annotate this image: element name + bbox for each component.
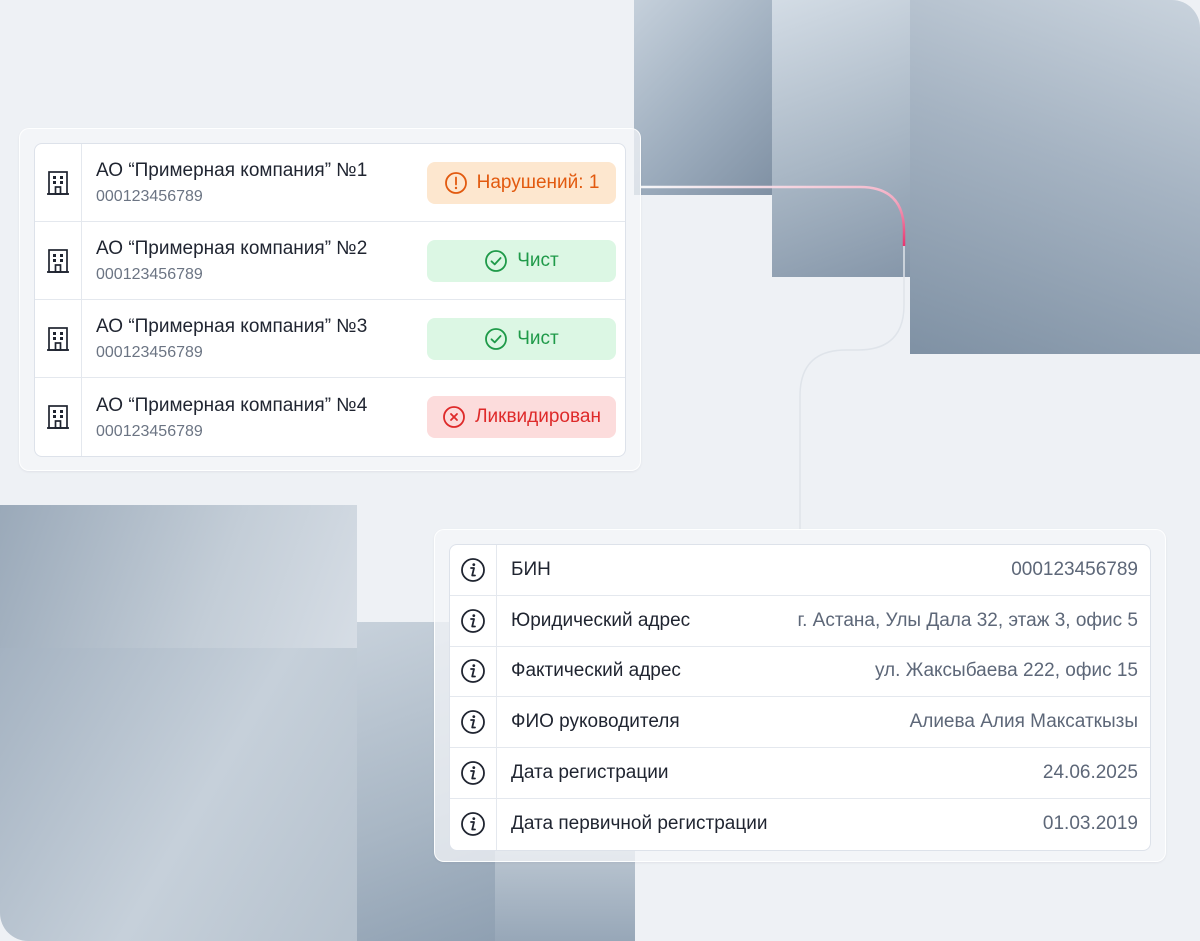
details-panel: БИН 000123456789 Юридический адрес г. Ас… [434, 529, 1166, 862]
company-row[interactable]: АО “Примерная компания” №2 000123456789 … [35, 222, 625, 300]
companies-list: АО “Примерная компания” №1 000123456789 … [34, 143, 626, 457]
detail-value: Алиева Алия Максаткызы [909, 711, 1138, 733]
status-badge: Нарушений: 1 [427, 161, 616, 204]
status-label: Чист [517, 249, 559, 271]
building-icon [35, 222, 82, 299]
company-name: АО “Примерная компания” №4 [96, 394, 368, 416]
detail-row: Дата первичной регистрации 01.03.2019 [450, 798, 1150, 850]
company-name: АО “Примерная компания” №1 [96, 160, 368, 181]
company-row[interactable]: АО “Примерная компания” №1 000123456789 … [35, 144, 625, 222]
detail-label: БИН [511, 558, 551, 580]
detail-value: 24.06.2025 [1042, 762, 1138, 784]
company-bin: 000123456789 [96, 266, 203, 283]
decor-block [0, 648, 357, 941]
detail-row: ФИО руководителя Алиева Алия Максаткызы [450, 697, 1150, 749]
building-icon [35, 144, 82, 221]
info-icon [450, 595, 497, 646]
status-label: Ликвидирован [475, 406, 601, 427]
decor-block [772, 0, 912, 277]
detail-label: Дата первичной регистрации [511, 813, 768, 835]
company-bin: 000123456789 [96, 422, 203, 440]
status-label: Нарушений: 1 [476, 171, 600, 193]
building-icon [35, 378, 82, 456]
status-badge: Ликвидирован [427, 396, 616, 438]
company-name: АО “Примерная компания” №2 [96, 238, 368, 259]
company-bin: 000123456789 [96, 188, 203, 205]
detail-row: БИН 000123456789 [450, 545, 1150, 596]
detail-value: ул. Жаксыбаева 222, офис 15 [874, 660, 1138, 682]
company-row[interactable]: АО “Примерная компания” №3 000123456789 … [35, 300, 625, 378]
info-icon [450, 748, 497, 798]
decor-block [910, 0, 1200, 354]
detail-label: Дата регистрации [511, 762, 669, 784]
check-circle-icon [484, 327, 508, 351]
info-icon [450, 798, 497, 850]
x-circle-icon [442, 405, 466, 429]
check-circle-icon [484, 249, 508, 273]
info-icon [450, 697, 497, 748]
details-list: БИН 000123456789 Юридический адрес г. Ас… [449, 544, 1151, 851]
detail-value: 01.03.2019 [1042, 813, 1138, 835]
status-label: Чист [517, 327, 559, 349]
detail-value: 000123456789 [1011, 558, 1138, 580]
status-badge: Чист [427, 239, 616, 282]
detail-row: Юридический адрес г. Астана, Улы Дала 32… [450, 595, 1150, 647]
detail-label: Фактический адрес [511, 660, 681, 682]
status-badge: Чист [427, 317, 616, 360]
detail-row: Фактический адрес ул. Жаксыбаева 222, оф… [450, 646, 1150, 698]
decor-block [0, 505, 357, 650]
info-icon [450, 545, 497, 595]
detail-row: Дата регистрации 24.06.2025 [450, 748, 1150, 799]
canvas: АО “Примерная компания” №1 000123456789 … [0, 0, 1200, 941]
connector-bottom [799, 246, 905, 529]
detail-label: Юридический адрес [511, 609, 691, 631]
companies-panel: АО “Примерная компания” №1 000123456789 … [19, 128, 641, 471]
decor-block [634, 0, 774, 195]
company-bin: 000123456789 [96, 344, 203, 361]
company-name: АО “Примерная компания” №3 [96, 316, 368, 337]
info-icon [450, 646, 497, 697]
detail-label: ФИО руководителя [511, 711, 680, 733]
building-icon [35, 300, 82, 377]
alert-circle-icon [444, 171, 468, 195]
company-row[interactable]: АО “Примерная компания” №4 000123456789 … [35, 378, 625, 456]
detail-value: г. Астана, Улы Дала 32, этаж 3, офис 5 [797, 609, 1139, 631]
